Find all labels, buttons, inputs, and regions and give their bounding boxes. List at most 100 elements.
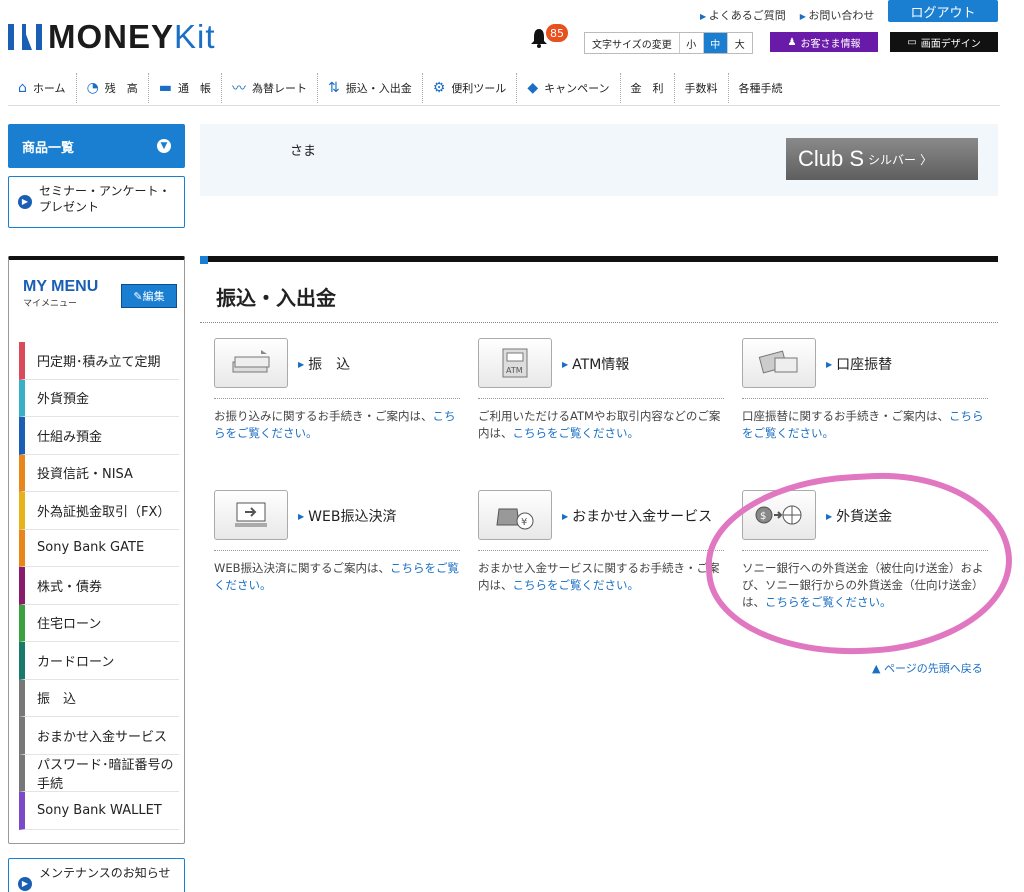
person-icon: ♟: [787, 36, 797, 48]
card-divider: [214, 550, 460, 551]
nav-item-label: 為替レート: [252, 81, 308, 95]
arrow-right-circle-icon: ▶: [18, 877, 32, 891]
product-list-button[interactable]: 商品一覧 ▼: [8, 124, 185, 168]
my-menu-item[interactable]: 振 込: [19, 679, 179, 717]
auto-deposit-icon: ¥: [496, 508, 534, 530]
seminar-link[interactable]: ▶ セミナー・アンケート・プレゼント: [8, 176, 185, 228]
my-menu-item[interactable]: 外為証拠金取引（FX）: [19, 492, 179, 530]
logo-mark-icon: [8, 24, 42, 50]
nav-item-7[interactable]: 金 利: [621, 72, 675, 103]
top-links: よくあるご質問 お問い合わせ: [700, 7, 875, 23]
service-title-link[interactable]: 口座振替: [826, 354, 892, 374]
service-title-link[interactable]: おまかせ入金サービス: [562, 506, 712, 526]
font-size-label: 文字サイズの変更: [585, 33, 680, 53]
service-description: おまかせ入金サービスに関するお手続き・ご案内は、こちらをご覧ください。: [478, 560, 724, 594]
my-menu-item[interactable]: カードローン: [19, 642, 179, 680]
my-menu-item[interactable]: 仕組み預金: [19, 417, 179, 455]
svg-text:¥: ¥: [521, 517, 527, 528]
my-menu-item[interactable]: 投資信託・NISA: [19, 454, 179, 492]
brand-logo[interactable]: MONEYKit: [8, 18, 216, 55]
my-menu-item[interactable]: Sony Bank WALLET: [19, 792, 179, 830]
pie-chart-icon: ◔: [86, 79, 99, 96]
nav-item-label: ホーム: [32, 81, 66, 95]
nav-item-label: 手数料: [684, 81, 718, 95]
screen-design-button[interactable]: ▭ 画面デザイン: [890, 32, 998, 52]
my-menu-item[interactable]: 円定期･積み立て定期: [19, 342, 179, 380]
service-icon-button[interactable]: ATM: [478, 338, 552, 388]
monitor-icon: ▭: [907, 36, 917, 48]
section-divider: [200, 256, 998, 262]
edit-label: 編集: [142, 290, 165, 303]
nav-item-9[interactable]: 各種手続: [729, 73, 793, 103]
product-list-label: 商品一覧: [22, 140, 75, 156]
page-title: 振込・入出金: [216, 286, 336, 310]
nav-item-5[interactable]: ⚙ 便利ツール: [423, 72, 518, 103]
font-size-switcher: 文字サイズの変更 小 中 大: [584, 32, 753, 54]
account-transfer-icon: [758, 350, 798, 374]
service-title-link[interactable]: ATM情報: [562, 354, 629, 374]
description-text: WEB振込決済に関するご案内は、: [214, 561, 391, 575]
section-marker: [200, 256, 208, 264]
font-size-small[interactable]: 小: [680, 33, 704, 53]
arrow-right-circle-icon: ▶: [18, 195, 32, 209]
passbook-icon: ▬: [158, 79, 173, 96]
card-divider: [478, 398, 724, 399]
details-link[interactable]: こちらをご覧ください。: [513, 578, 640, 592]
my-menu-item[interactable]: おまかせ入金サービス: [19, 717, 179, 755]
nav-item-label: 振込・入出金: [345, 81, 412, 95]
nav-item-2[interactable]: ▬ 通 帳: [149, 72, 223, 103]
service-icon-button[interactable]: [214, 338, 288, 388]
service-description: ご利用いただけるATMやお取引内容などのご案内は、こちらをご覧ください。: [478, 408, 724, 442]
welcome-banner: さま Club S シルバー 〉: [200, 124, 998, 196]
faq-link[interactable]: よくあるご質問: [700, 7, 786, 23]
tools-icon: ⚙: [432, 79, 446, 96]
atm-icon: ATM: [502, 348, 528, 378]
nav-item-label: 金 利: [630, 81, 664, 95]
club-s-badge[interactable]: Club S シルバー 〉: [786, 138, 978, 180]
customer-name-suffix: さま: [290, 144, 317, 159]
screen-design-label: 画面デザイン: [920, 38, 981, 50]
my-menu-item[interactable]: 住宅ローン: [19, 604, 179, 642]
my-menu: MY MENU マイメニュー ✎ 編集 円定期･積み立て定期 外貨預金 仕組み預金 投資…: [8, 256, 185, 844]
my-menu-item[interactable]: 外貨預金: [19, 379, 179, 417]
nav-item-0[interactable]: ⌂ ホーム: [8, 72, 77, 103]
my-menu-edit-button[interactable]: ✎ 編集: [121, 284, 177, 308]
title-underline: [200, 322, 998, 323]
nav-item-label: キャンペーン: [544, 81, 610, 95]
font-size-large[interactable]: 大: [728, 33, 752, 53]
details-link[interactable]: こちらをご覧ください。: [513, 426, 640, 440]
maintenance-notice-link[interactable]: ▶ メンテナンスのお知らせ: [8, 858, 185, 892]
customer-info-label: お客さま情報: [800, 38, 861, 50]
service-icon-button[interactable]: ¥: [478, 490, 552, 540]
customer-info-button[interactable]: ♟ お客さま情報: [770, 32, 878, 52]
description-text: お振り込みに関するお手続き・ご案内は、: [214, 409, 433, 423]
brand-kit: Kit: [174, 18, 216, 55]
my-menu-title: MY MENU: [23, 278, 99, 295]
logout-button[interactable]: ログアウト: [888, 0, 998, 22]
font-size-medium[interactable]: 中: [703, 33, 728, 53]
brand-name: MONEY: [48, 18, 175, 55]
service-description: 口座振替に関するお手続き・ご案内は、こちらをご覧ください。: [742, 408, 988, 442]
wrench-icon: ✎: [133, 289, 143, 303]
my-menu-item[interactable]: パスワード･暗証番号の手続: [19, 754, 179, 792]
club-name: Club S: [798, 146, 865, 171]
nav-item-4[interactable]: ⇅ 振込・入出金: [318, 72, 423, 103]
cash-stack-icon: [232, 350, 270, 373]
service-icon-button[interactable]: [214, 490, 288, 540]
fx-rate-icon: 〰: [232, 80, 247, 97]
card-divider: [214, 398, 460, 399]
my-menu-item[interactable]: 株式・債券: [19, 567, 179, 605]
contact-link[interactable]: お問い合わせ: [800, 7, 874, 23]
maintenance-label: メンテナンスのお知らせ: [39, 866, 171, 880]
card-divider: [478, 550, 724, 551]
svg-text:ATM: ATM: [506, 366, 523, 375]
nav-item-6[interactable]: ◆ キャンペーン: [517, 72, 621, 103]
service-title-link[interactable]: WEB振込決済: [298, 506, 396, 526]
nav-item-3[interactable]: 〰為替レート: [222, 72, 319, 103]
service-title-link[interactable]: 振 込: [298, 354, 350, 374]
service-icon-button[interactable]: [742, 338, 816, 388]
page-top-link[interactable]: ▲ ページの先頭へ戻る: [872, 660, 983, 676]
nav-item-1[interactable]: ◔ 残 高: [77, 72, 149, 103]
nav-item-8[interactable]: 手数料: [675, 72, 729, 103]
my-menu-item[interactable]: Sony Bank GATE: [19, 529, 179, 567]
